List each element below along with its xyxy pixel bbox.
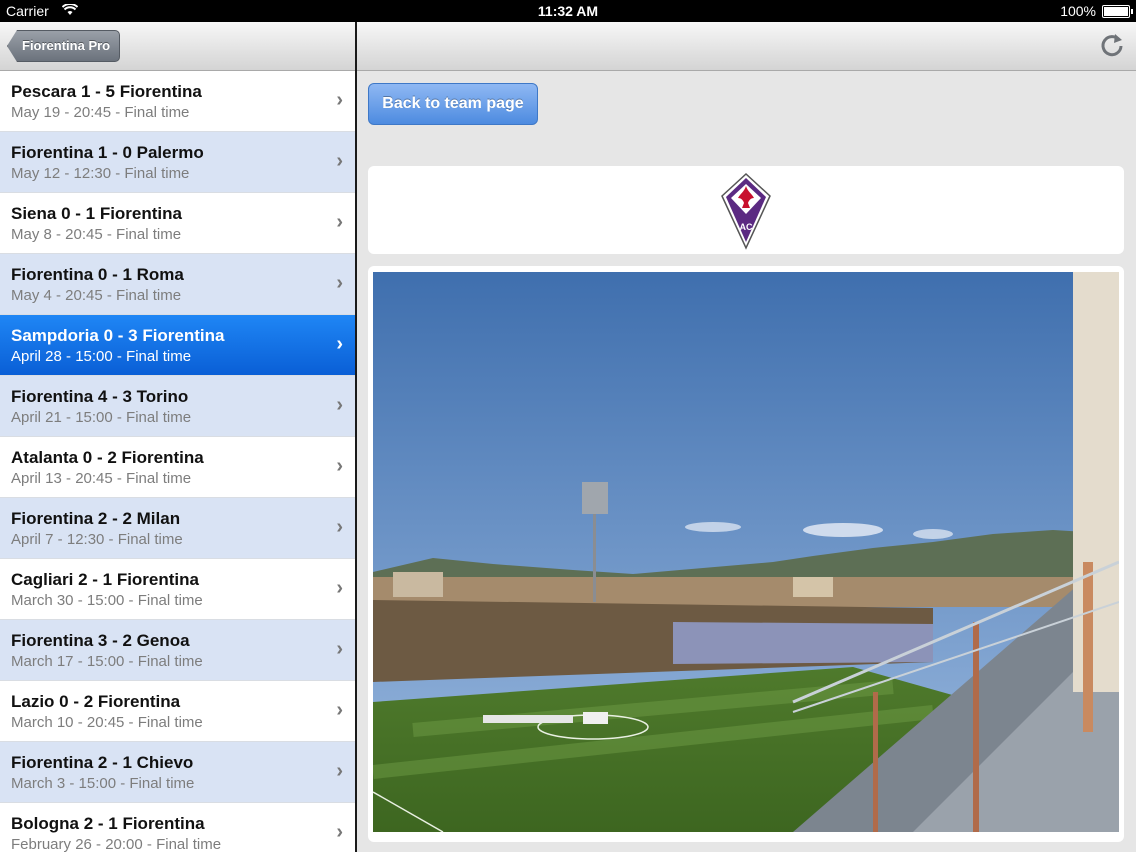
match-subtitle: May 4 - 20:45 - Final time xyxy=(11,287,182,304)
match-title: Fiorentina 2 - 1 Chievo xyxy=(11,753,194,772)
match-title: Cagliari 2 - 1 Fiorentina xyxy=(11,570,199,589)
back-to-team-page-button[interactable]: Back to team page xyxy=(368,83,538,125)
fiorentina-crest-icon: AC xyxy=(720,172,772,250)
match-row[interactable]: Pescara 1 - 5 Fiorentina May 19 - 20:45 -… xyxy=(0,71,355,132)
chevron-right-icon: › xyxy=(336,272,343,294)
match-subtitle: April 28 - 15:00 - Final time xyxy=(11,348,192,365)
chevron-right-icon: › xyxy=(336,760,343,782)
chevron-right-icon: › xyxy=(336,577,343,599)
chevron-right-icon: › xyxy=(336,333,343,355)
stadium-photo-card xyxy=(368,266,1124,842)
chevron-right-icon: › xyxy=(336,455,343,477)
chevron-right-icon: › xyxy=(336,89,343,111)
match-subtitle: March 17 - 15:00 - Final time xyxy=(11,653,203,670)
crest-letters: AC xyxy=(740,222,753,232)
status-bar: Carrier 11:32 AM 100% xyxy=(0,0,1136,22)
chevron-right-icon: › xyxy=(336,821,343,843)
match-title: Fiorentina 0 - 1 Roma xyxy=(11,265,184,284)
match-title: Siena 0 - 1 Fiorentina xyxy=(11,204,182,223)
match-title: Pescara 1 - 5 Fiorentina xyxy=(11,82,202,101)
chevron-right-icon: › xyxy=(336,394,343,416)
right-navigation-bar xyxy=(357,22,1136,71)
match-list: Pescara 1 - 5 Fiorentina May 19 - 20:45 -… xyxy=(0,71,355,852)
match-row[interactable]: Lazio 0 - 2 Fiorentina March 10 - 20:45 -… xyxy=(0,681,355,742)
match-subtitle: March 10 - 20:45 - Final time xyxy=(11,714,203,731)
battery-percentage: 100% xyxy=(1060,3,1096,19)
match-row[interactable]: Fiorentina 0 - 1 Roma May 4 - 20:45 - Fin… xyxy=(0,254,355,315)
match-title: Fiorentina 4 - 3 Torino xyxy=(11,387,189,406)
match-subtitle: April 7 - 12:30 - Final time xyxy=(11,531,183,548)
match-row[interactable]: Sampdoria 0 - 3 Fiorentina April 28 - 15:… xyxy=(0,315,355,376)
chevron-right-icon: › xyxy=(336,211,343,233)
battery-icon xyxy=(1102,5,1133,18)
back-button[interactable]: Fiorentina Pro xyxy=(7,30,121,62)
match-title: Bologna 2 - 1 Fiorentina xyxy=(11,814,205,833)
refresh-icon[interactable] xyxy=(1098,32,1126,60)
clock: 11:32 AM xyxy=(537,3,599,19)
chevron-right-icon: › xyxy=(336,638,343,660)
match-row[interactable]: Fiorentina 2 - 2 Milan April 7 - 12:30 - … xyxy=(0,498,355,559)
match-title: Fiorentina 1 - 0 Palermo xyxy=(11,143,204,162)
match-row[interactable]: Fiorentina 1 - 0 Palermo May 12 - 12:30 -… xyxy=(0,132,355,193)
match-row[interactable]: Bologna 2 - 1 Fiorentina February 26 - 20… xyxy=(0,803,355,852)
match-row[interactable]: Cagliari 2 - 1 Fiorentina March 30 - 15:0… xyxy=(0,559,355,620)
team-logo-card: AC xyxy=(368,166,1124,254)
match-title: Sampdoria 0 - 3 Fiorentina xyxy=(11,326,225,345)
match-subtitle: May 8 - 20:45 - Final time xyxy=(11,226,182,243)
match-row[interactable]: Fiorentina 2 - 1 Chievo March 3 - 15:00 -… xyxy=(0,742,355,803)
match-subtitle: March 30 - 15:00 - Final time xyxy=(11,592,203,609)
match-subtitle: May 19 - 20:45 - Final time xyxy=(11,104,190,121)
match-subtitle: March 3 - 15:00 - Final time xyxy=(11,775,195,792)
left-navigation-bar: Fiorentina Pro xyxy=(0,22,355,71)
match-title: Fiorentina 3 - 2 Genoa xyxy=(11,631,190,650)
match-detail-pane: Back to team page AC xyxy=(357,22,1136,852)
stadium-photo xyxy=(372,272,1120,833)
match-subtitle: February 26 - 20:00 - Final time xyxy=(11,836,222,852)
match-subtitle: April 21 - 15:00 - Final time xyxy=(11,409,192,426)
match-title: Atalanta 0 - 2 Fiorentina xyxy=(11,448,204,467)
match-row[interactable]: Fiorentina 4 - 3 Torino April 21 - 15:00 … xyxy=(0,376,355,437)
chevron-right-icon: › xyxy=(336,516,343,538)
match-title: Lazio 0 - 2 Fiorentina xyxy=(11,692,181,711)
match-row[interactable]: Fiorentina 3 - 2 Genoa March 17 - 15:00 -… xyxy=(0,620,355,681)
match-list-pane: Fiorentina Pro Pescara 1 - 5 Fiorentina M… xyxy=(0,22,355,852)
match-subtitle: May 12 - 12:30 - Final time xyxy=(11,165,190,182)
match-row[interactable]: Atalanta 0 - 2 Fiorentina April 13 - 20:4… xyxy=(0,437,355,498)
chevron-right-icon: › xyxy=(336,699,343,721)
match-title: Fiorentina 2 - 2 Milan xyxy=(11,509,181,528)
chevron-right-icon: › xyxy=(336,150,343,172)
match-subtitle: April 13 - 20:45 - Final time xyxy=(11,470,192,487)
match-row[interactable]: Siena 0 - 1 Fiorentina May 8 - 20:45 - Fi… xyxy=(0,193,355,254)
